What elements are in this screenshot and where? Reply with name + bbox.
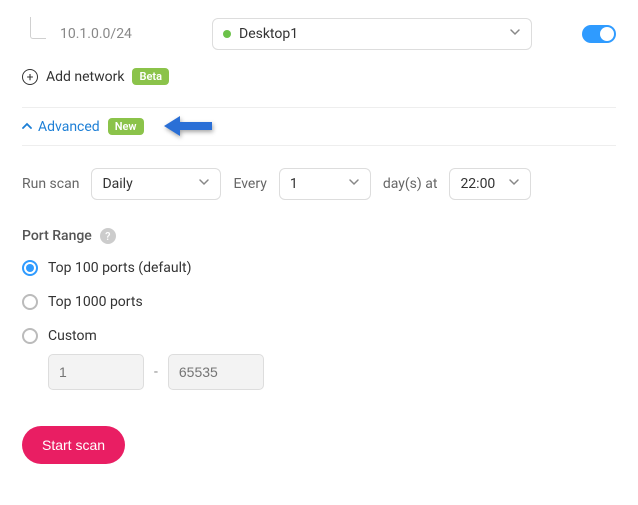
radio-label: Custom: [48, 328, 97, 344]
every-label: Every: [233, 176, 266, 192]
every-value-select[interactable]: 1: [279, 168, 371, 200]
advanced-link: Advanced: [22, 119, 100, 135]
advanced-label: Advanced: [38, 119, 100, 135]
beta-badge: Beta: [132, 68, 169, 85]
time-value: 22:00: [460, 176, 495, 192]
port-from-input[interactable]: [48, 354, 144, 390]
run-scan-label: Run scan: [22, 176, 79, 192]
frequency-select[interactable]: Daily: [91, 168, 221, 200]
radio-icon: [22, 328, 38, 344]
tree-connector: [30, 17, 46, 39]
port-range-top100[interactable]: Top 100 ports (default): [22, 260, 616, 276]
radio-label: Top 1000 ports: [48, 294, 143, 310]
frequency-value: Daily: [102, 176, 132, 192]
status-dot-icon: [223, 30, 231, 38]
plus-circle-icon: +: [22, 69, 38, 85]
chevron-down-icon: [198, 176, 210, 192]
help-icon[interactable]: ?: [100, 228, 116, 244]
time-select[interactable]: 22:00: [449, 168, 531, 200]
add-network-button[interactable]: + Add network Beta: [22, 68, 616, 85]
radio-icon: [22, 260, 38, 276]
network-toggle[interactable]: [582, 25, 616, 43]
chevron-down-icon: [508, 176, 520, 192]
radio-label: Top 100 ports (default): [48, 260, 191, 276]
chevron-down-icon: [509, 26, 521, 42]
new-badge: New: [108, 118, 144, 135]
port-range-heading: Port Range ?: [22, 228, 616, 244]
start-scan-button[interactable]: Start scan: [22, 426, 125, 464]
port-range-label: Port Range: [22, 228, 92, 244]
network-row: 10.1.0.0/24 Desktop1: [22, 18, 616, 50]
callout-arrow-icon: [162, 114, 212, 142]
range-dash: -: [154, 364, 158, 380]
radio-icon: [22, 294, 38, 310]
desktop-select[interactable]: Desktop1: [212, 18, 532, 50]
desktop-select-value: Desktop1: [239, 26, 298, 42]
chevron-down-icon: [348, 176, 360, 192]
network-ip: 10.1.0.0/24: [60, 26, 200, 42]
custom-port-inputs: -: [48, 354, 616, 390]
advanced-section-toggle[interactable]: Advanced New: [22, 107, 616, 146]
every-value: 1: [290, 176, 298, 192]
days-at-label: day(s) at: [383, 176, 438, 192]
port-range-custom[interactable]: Custom: [22, 328, 616, 344]
chevron-up-icon: [22, 120, 32, 134]
port-range-top1000[interactable]: Top 1000 ports: [22, 294, 616, 310]
port-to-input[interactable]: [168, 354, 264, 390]
run-scan-row: Run scan Daily Every 1 day(s) at 22:00: [22, 168, 616, 200]
add-network-label: Add network: [46, 69, 124, 85]
